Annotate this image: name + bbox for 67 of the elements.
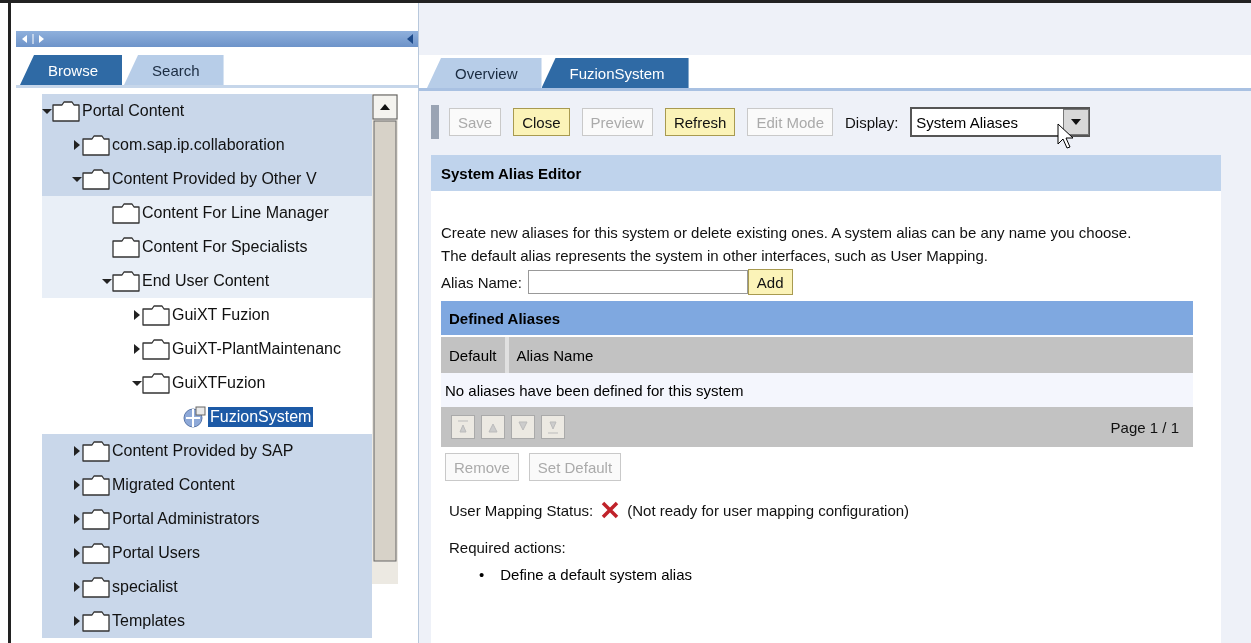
table-title: Defined Aliases [441,301,1193,335]
mouse-cursor-icon [1057,123,1076,149]
caret-right-icon[interactable] [72,514,82,524]
add-button[interactable]: Add [747,269,793,295]
folder-icon [82,508,110,530]
status-message: (Not ready for user mapping configuration) [627,501,910,519]
toolbar-button[interactable]: Refresh [664,108,736,136]
tree-item[interactable]: Content For Line Manager [42,196,372,230]
caret-right-icon[interactable] [132,344,142,354]
tree-item[interactable]: Portal Administrators [42,502,372,536]
caret-right-icon[interactable] [72,548,82,558]
folder-icon [52,100,80,122]
tab[interactable]: Search [124,55,224,85]
caret-down-icon[interactable] [102,276,112,286]
dropdown-arrow-icon [1071,119,1082,125]
tree-item[interactable]: specialist [42,570,372,604]
caret-down-icon[interactable] [132,378,142,388]
folder-icon [82,474,110,496]
caret-right-icon[interactable] [72,582,82,592]
caret-right-icon[interactable] [72,616,82,626]
folder-icon [82,134,110,156]
section-header: System Alias Editor [431,155,1221,191]
page-indicator: Page 1 / 1 [1110,418,1179,436]
tree-item[interactable]: Templates [42,604,372,638]
caret-right-icon[interactable] [72,140,82,150]
tree-item[interactable]: Content For Specialists [42,230,372,264]
caret-down-icon[interactable] [72,174,82,184]
folder-icon [112,236,140,258]
tab[interactable]: FuzionSystem [541,58,689,88]
description: Create new aliases for this system or delete existing ones. A system alias can be any name you choose. The default alias represents the system in other interfaces, such as User Mapping. [441,223,1133,266]
tree-item[interactable]: Portal Users [42,536,372,570]
folder-icon [142,372,170,394]
tree-item[interactable]: com.sap.ip.collaboration [42,128,372,162]
folder-icon [82,542,110,564]
required-actions-label: Required actions: [449,539,566,556]
alias-name-field[interactable] [527,270,748,294]
tree-item[interactable]: Content Provided by Other V [42,162,372,196]
display-label: Display: [845,113,899,131]
caret-right-icon[interactable] [72,446,82,456]
bullet: • [479,565,485,585]
toolbar-button[interactable]: Close [513,108,570,136]
tree-item[interactable]: Portal Content [42,94,372,128]
collapse-arrows-icon[interactable] [20,33,46,45]
folder-icon [82,168,110,190]
folder-icon [112,270,140,292]
caret-right-icon[interactable] [132,310,142,320]
caret-right-icon[interactable] [72,480,82,490]
tree-item[interactable]: Content Provided by SAP [42,434,372,468]
tab[interactable]: Browse [20,55,123,85]
field-label: Alias Name: [441,273,522,291]
status-label: User Mapping Status: [449,501,594,519]
tree-item[interactable]: Migrated Content [42,468,372,502]
column-header[interactable]: Alias Name [508,337,602,373]
folder-icon [142,338,170,360]
folder-icon [82,610,110,632]
required-action: Define a default system alias [500,565,693,585]
empty-message: No aliases have been defined for this system [441,373,1193,407]
folder-icon [82,576,110,598]
tab[interactable]: Overview [427,58,542,88]
scrollbar[interactable] [372,94,398,584]
folder-icon [112,202,140,224]
caret-down-icon[interactable] [42,106,52,116]
caret-left-icon[interactable] [406,33,414,45]
tree-item[interactable]: End User Content [42,264,372,298]
system-icon [182,405,208,429]
folder-icon [142,304,170,326]
folder-icon [82,440,110,462]
